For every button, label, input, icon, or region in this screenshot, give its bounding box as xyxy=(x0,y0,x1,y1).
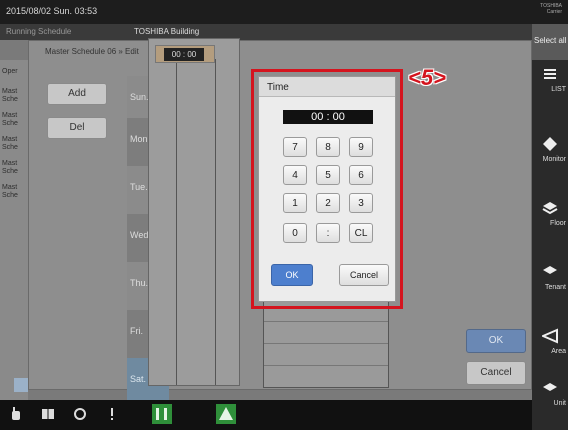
key-clear[interactable]: CL xyxy=(349,223,373,243)
key-2[interactable]: 2 xyxy=(316,193,340,213)
nav-unit[interactable]: Unit xyxy=(532,376,568,430)
area-icon xyxy=(542,328,558,344)
nav-area[interactable]: Area xyxy=(532,324,568,384)
key-4[interactable]: 4 xyxy=(283,165,307,185)
schedule-grid-secondary[interactable] xyxy=(263,300,389,388)
dialog-title: Master Schedule 06 » Edit xyxy=(45,47,139,56)
time-cancel-button[interactable]: Cancel xyxy=(339,264,389,286)
time-entry-value: 00 : 00 xyxy=(164,48,204,61)
status-bar: 2015/08/02 Sun. 03:53 TOSHIBA Carrier xyxy=(0,0,568,24)
grid-line xyxy=(215,59,216,385)
nav-floor[interactable]: Floor xyxy=(532,196,568,256)
key-7[interactable]: 7 xyxy=(283,137,307,157)
list-item[interactable]: Mast Sche xyxy=(2,112,18,128)
key-8[interactable]: 8 xyxy=(316,137,340,157)
step-marker: <5> xyxy=(408,65,446,90)
list-icon xyxy=(544,69,556,79)
grid-line xyxy=(264,321,388,322)
grid-line xyxy=(264,365,388,366)
group-app-icon[interactable] xyxy=(216,404,236,424)
key-1[interactable]: 1 xyxy=(283,193,307,213)
time-display: 00 : 00 xyxy=(283,110,373,124)
bottom-toolbar xyxy=(0,400,532,430)
time-entry[interactable]: 00 : 00 xyxy=(155,45,215,63)
screen-title: Running Schedule xyxy=(6,27,72,36)
time-popup-title: Time xyxy=(259,77,395,97)
brand-logo: TOSHIBA Carrier xyxy=(540,3,562,15)
key-9[interactable]: 9 xyxy=(349,137,373,157)
add-button[interactable]: Add xyxy=(47,83,107,105)
grid-line xyxy=(264,343,388,344)
grid-line xyxy=(176,59,177,385)
time-popup: Time 00 : 00 7 8 9 4 5 6 1 2 3 0 : CL OK… xyxy=(258,76,396,302)
list-item[interactable]: Mast Sche xyxy=(2,160,18,176)
key-6[interactable]: 6 xyxy=(349,165,373,185)
nav-list-label: LIST xyxy=(551,86,566,93)
alert-icon[interactable] xyxy=(104,406,120,422)
list-item[interactable]: Oper xyxy=(2,68,18,76)
list-item[interactable]: Mast Sche xyxy=(2,184,18,200)
key-0[interactable]: 0 xyxy=(283,223,307,243)
monitor-icon xyxy=(543,137,557,151)
datetime: 2015/08/02 Sun. 03:53 xyxy=(6,6,98,16)
dialog-ok-button[interactable]: OK xyxy=(466,329,526,353)
nav-area-label: Area xyxy=(551,348,566,355)
schedule-list: Oper Mast Sche Mast Sche Mast Sche Mast … xyxy=(0,60,28,400)
nav-tenant[interactable]: Tenant xyxy=(532,260,568,320)
title-row: Running Schedule TOSHIBA Building xyxy=(0,24,532,40)
nav-monitor-label: Monitor xyxy=(542,156,566,163)
list-item[interactable]: Mast Sche xyxy=(2,88,18,104)
nav-tenant-label: Tenant xyxy=(544,284,566,291)
key-5[interactable]: 5 xyxy=(316,165,340,185)
nav-monitor[interactable]: Monitor xyxy=(532,132,568,192)
list-item[interactable]: Mast Sche xyxy=(2,136,18,152)
nav-unit-label: Unit xyxy=(553,400,566,407)
building-name: TOSHIBA Building xyxy=(134,27,200,36)
tenant-icon xyxy=(543,266,557,274)
key-3[interactable]: 3 xyxy=(349,193,373,213)
key-colon[interactable]: : xyxy=(316,223,340,243)
select-all-button[interactable]: Select all xyxy=(532,24,568,60)
hand-icon[interactable] xyxy=(8,406,24,422)
dialog-cancel-button[interactable]: Cancel xyxy=(466,361,526,385)
schedule-app-icon[interactable] xyxy=(152,404,172,424)
del-button[interactable]: Del xyxy=(47,117,107,139)
time-ok-button[interactable]: OK xyxy=(271,264,313,286)
book-icon[interactable] xyxy=(40,406,56,422)
gear-icon[interactable] xyxy=(72,406,88,422)
schedule-icon xyxy=(14,378,28,392)
nav-floor-label: Floor xyxy=(550,220,566,227)
nav-list[interactable]: LIST xyxy=(532,62,568,122)
right-nav: LIST Monitor Floor Tenant Area Unit xyxy=(532,60,568,430)
unit-icon xyxy=(543,383,557,391)
schedule-grid[interactable] xyxy=(148,38,240,386)
floor-icon xyxy=(542,202,558,215)
